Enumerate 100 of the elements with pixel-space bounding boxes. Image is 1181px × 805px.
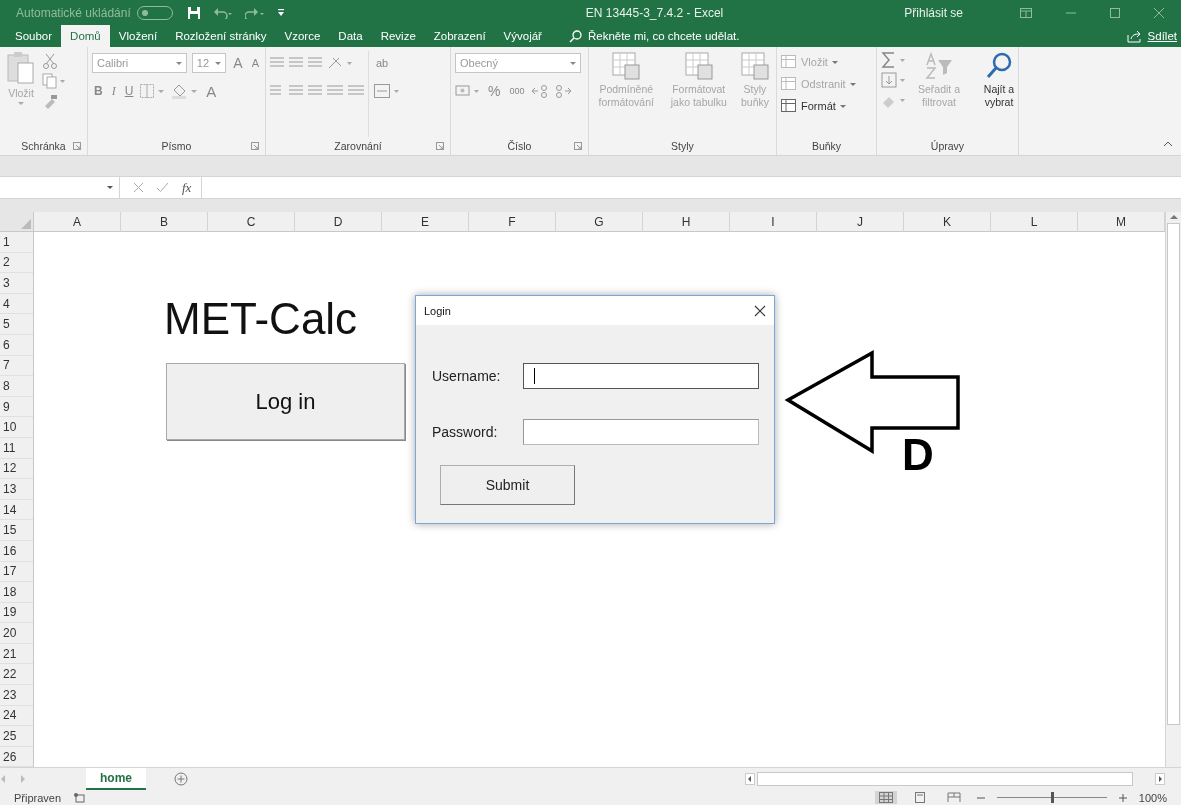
scroll-up-icon[interactable]: [1169, 214, 1178, 220]
dialog-launcher-icon[interactable]: [251, 142, 259, 150]
column-header[interactable]: E: [382, 212, 469, 232]
scroll-right-icon[interactable]: [1155, 773, 1165, 785]
ribbon-tab[interactable]: Domů: [61, 25, 110, 47]
view-button[interactable]: [874, 791, 897, 804]
decrease-indent-icon[interactable]: [327, 85, 343, 97]
zoom-thumb[interactable]: [1050, 792, 1054, 803]
row-header[interactable]: 7: [0, 355, 33, 377]
align-bottom-icon[interactable]: [308, 57, 322, 69]
ribbon-tab[interactable]: Vývojář: [494, 25, 551, 47]
dialog-launcher-icon[interactable]: [73, 142, 81, 150]
customize-caret-icon[interactable]: [276, 8, 285, 17]
row-header[interactable]: 20: [0, 623, 33, 644]
decrease-decimal-icon[interactable]: [554, 84, 573, 98]
input-field[interactable]: [523, 363, 759, 389]
increase-indent-icon[interactable]: [348, 85, 364, 97]
row-header[interactable]: 1: [0, 232, 33, 253]
ribbon-tab[interactable]: Revize: [371, 25, 425, 47]
copy-icon[interactable]: [42, 73, 66, 89]
row-header[interactable]: 18: [0, 582, 33, 603]
column-header[interactable]: B: [121, 212, 208, 232]
ribbon-tab[interactable]: Rozložení stránky: [166, 25, 276, 47]
scroll-left-icon[interactable]: [745, 773, 755, 785]
row-header[interactable]: 5: [0, 314, 33, 335]
zoom-in-icon[interactable]: [1118, 793, 1127, 802]
row-header[interactable]: 14: [0, 499, 33, 521]
align-center-icon[interactable]: [289, 85, 303, 97]
align-top-icon[interactable]: [270, 57, 284, 69]
horizontal-scrollbar[interactable]: [745, 772, 1165, 786]
sign-in-link[interactable]: Přihlásit se: [904, 5, 963, 20]
align-middle-icon[interactable]: [289, 57, 303, 69]
submit-button[interactable]: Submit: [440, 465, 575, 505]
row-header[interactable]: 17: [0, 561, 33, 583]
row-header[interactable]: 15: [0, 520, 33, 541]
column-header[interactable]: F: [469, 212, 556, 232]
sheet-tab[interactable]: home: [86, 768, 146, 790]
cancel-icon[interactable]: [134, 183, 143, 192]
column-header[interactable]: G: [556, 212, 643, 232]
row-header[interactable]: 10: [0, 417, 33, 438]
cells-command[interactable]: Formát: [781, 95, 872, 117]
row-header[interactable]: 21: [0, 643, 33, 665]
align-left-icon[interactable]: [270, 85, 284, 97]
undo-icon[interactable]: [212, 6, 233, 19]
fill-down-icon[interactable]: [881, 71, 907, 89]
row-header[interactable]: 12: [0, 458, 33, 480]
ribbon-tab[interactable]: Data: [329, 25, 372, 47]
row-header[interactable]: 16: [0, 540, 33, 562]
tell-me-search[interactable]: Řekněte mi, co chcete udělat.: [568, 25, 740, 47]
ribbon-tab[interactable]: Zobrazení: [424, 25, 495, 47]
column-header[interactable]: J: [817, 212, 904, 232]
borders-icon[interactable]: [140, 84, 167, 98]
share-button[interactable]: Sdílet: [1126, 25, 1181, 47]
insert-function-button[interactable]: fx: [182, 179, 192, 196]
redo-icon[interactable]: [244, 6, 265, 19]
row-header[interactable]: 25: [0, 726, 33, 747]
dialog-launcher-icon[interactable]: [436, 142, 444, 150]
collapse-ribbon-icon[interactable]: [1163, 141, 1173, 147]
cut-icon[interactable]: [42, 53, 58, 69]
column-header[interactable]: L: [991, 212, 1078, 232]
align-right-icon[interactable]: [308, 85, 322, 97]
close-icon[interactable]: [754, 304, 766, 317]
ribbon-tab[interactable]: Vzorce: [275, 25, 330, 47]
autosum-icon[interactable]: [881, 51, 907, 69]
add-sheet-icon[interactable]: [174, 772, 188, 786]
row-header[interactable]: 13: [0, 479, 33, 500]
row-header[interactable]: 9: [0, 396, 33, 418]
maximize-icon[interactable]: [1110, 7, 1120, 18]
row-header[interactable]: 2: [0, 252, 33, 274]
fill-color-icon[interactable]: [171, 83, 200, 99]
column-header[interactable]: M: [1078, 212, 1165, 232]
increase-decimal-icon[interactable]: [531, 84, 550, 98]
row-header[interactable]: 11: [0, 437, 33, 459]
column-header[interactable]: I: [730, 212, 817, 232]
row-header[interactable]: 8: [0, 376, 33, 397]
row-header[interactable]: 24: [0, 705, 33, 727]
currency-icon[interactable]: [455, 84, 481, 98]
ribbon-tab[interactable]: Vložení: [109, 25, 167, 47]
dialog-launcher-icon[interactable]: [574, 142, 582, 150]
merge-center-icon[interactable]: [374, 84, 400, 98]
enter-icon[interactable]: [157, 183, 168, 192]
column-header[interactable]: A: [34, 212, 121, 232]
row-header[interactable]: 22: [0, 664, 33, 686]
row-header[interactable]: 6: [0, 334, 33, 356]
ribbon-display-icon[interactable]: [1020, 7, 1032, 18]
editing-button[interactable]: Najít a vybrat: [971, 51, 1027, 137]
column-header[interactable]: K: [904, 212, 991, 232]
row-header[interactable]: 4: [0, 293, 33, 315]
row-header[interactable]: 19: [0, 602, 33, 624]
input-field[interactable]: [523, 419, 759, 445]
column-header[interactable]: C: [208, 212, 295, 232]
row-header[interactable]: 23: [0, 685, 33, 706]
row-header[interactable]: 3: [0, 273, 33, 294]
column-header[interactable]: D: [295, 212, 382, 232]
login-button[interactable]: Log in: [166, 363, 405, 440]
zoom-level[interactable]: 100%: [1138, 791, 1181, 804]
orientation-icon[interactable]: [327, 56, 353, 70]
ribbon-tab[interactable]: Soubor: [6, 25, 62, 47]
vertical-scrollbar[interactable]: [1165, 212, 1181, 768]
column-header[interactable]: H: [643, 212, 730, 232]
